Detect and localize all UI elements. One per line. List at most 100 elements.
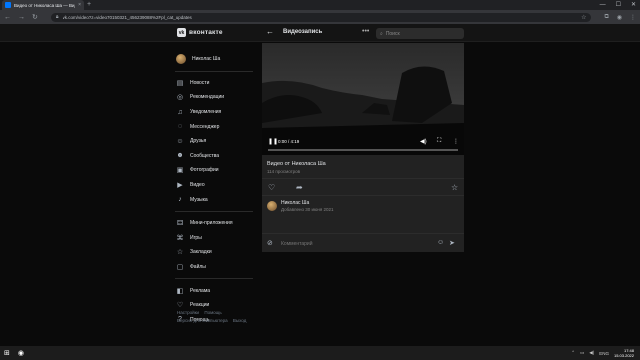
tab-close-button[interactable]: × [78,2,81,8]
url-field[interactable]: 🔒︎ vk.com/video?z=video70150321_45623908… [50,12,592,22]
video-author[interactable]: Николас Ша Добавлено 30 июня 2021 [267,200,334,212]
forward-button[interactable]: → [18,14,25,21]
bell-icon: ♫ [177,108,183,116]
search-input[interactable]: ⌕ Поиск [376,28,464,39]
browser-taskbar-icon[interactable]: ◉ [18,349,24,357]
system-tray: ⌃ ▭ ◀) ENG 17:48 15.03.2022 [571,346,634,360]
bookmark-icon[interactable]: ☆ [451,183,458,192]
window-controls: — ☐ ✕ [600,0,636,10]
sidebar-item-0[interactable]: Николас Ша [175,52,259,67]
rocket-icon: ◎ [176,94,184,102]
user-icon: ☺ [176,137,184,145]
sidebar-item-label: Сообщества [190,152,220,159]
sidebar-item-label: Реакции [190,302,210,309]
more-options-icon[interactable]: ••• [362,28,369,35]
sidebar-item-13[interactable]: ▢ Файлы [175,260,259,275]
browser-menu-icon[interactable]: ⋮ [630,14,636,21]
sidebar-item-12[interactable]: ☆ Закладки [175,245,259,260]
close-window-button[interactable]: ✕ [631,0,636,10]
attach-icon[interactable]: ⊘ [267,239,273,247]
sidebar-item-8[interactable]: ▶ Видео [175,178,259,193]
gamepad-icon: ⌘ [176,234,184,242]
video-progress-bar[interactable] [268,149,458,151]
music-icon: ♪ [178,196,182,204]
footer-link-desktop-version[interactable]: Версия для компьютера [177,318,228,323]
url-text: vk.com/video?z=video70150321_456239088%2… [62,14,192,20]
sidebar-item-7[interactable]: ▣ Фотографии [175,163,259,178]
bookmark-icon: ☆ [176,249,184,257]
extensions-icon[interactable]: ⧉ [604,14,608,21]
sidebar-divider [175,278,253,280]
heart-icon: ♡ [176,302,184,310]
sidebar-item-2[interactable]: ◎ Рекомендации [175,90,259,105]
browser-tab[interactable]: Видео от Николаса Ша — Видео × [2,0,84,10]
sidebar-item-3[interactable]: ♫ Уведомления [175,105,259,120]
maximize-button[interactable]: ☐ [616,0,621,10]
sidebar-item-label: Николас Ша [192,56,221,63]
fullscreen-icon[interactable]: ⛶ [437,138,441,145]
sidebar-item-label: Новости [190,79,210,86]
vk-page: vk вконтакте ← Видеозапись ••• ⌕ Поиск Н… [0,24,640,346]
vk-logo-text: вконтакте [189,29,223,36]
upload-date: Добавлено 30 июня 2021 [281,207,334,212]
player-more-icon[interactable]: ⋮ [453,138,459,145]
vk-favicon-icon [5,2,11,8]
emoji-icon[interactable]: ☺ [437,239,444,246]
sidebar-item-label: Видео [190,182,205,189]
clock[interactable]: 17:48 15.03.2022 [614,348,634,358]
sidebar-item-5[interactable]: ☺ Друзья [175,134,259,149]
minimize-button[interactable]: — [600,0,606,10]
pause-button[interactable]: ❚❚ [268,138,278,145]
clock-date: 15.03.2022 [613,353,634,358]
sidebar-divider [175,210,253,212]
sidebar-footer-links: Настройки Помощь Версия для компьютера В… [177,309,267,325]
sidebar-item-label: Мини-приложения [190,220,233,227]
comment-input[interactable] [281,241,431,247]
sidebar-item-label: Мессенджер [190,123,220,130]
sidebar-item-1[interactable]: ▤ Новости [175,76,259,91]
search-placeholder: Поиск [385,30,400,37]
video-title: Видео от Николаса Ша [267,161,326,167]
sidebar: Николас Ша ▤ Новости ◎ Рекомендации ♫ Уведомле… [175,52,259,327]
sidebar-item-label: Музыка [190,196,208,203]
sidebar-item-11[interactable]: ⌘ Игры [175,231,259,246]
new-tab-button[interactable]: + [87,0,91,10]
language-indicator[interactable]: ENG [599,351,609,356]
start-button-icon[interactable]: ⊞ [4,349,10,357]
sidebar-item-label: Игры [190,234,202,241]
vk-logo[interactable]: vk вконтакте [177,28,223,37]
sidebar-item-label: Уведомления [190,109,222,116]
like-icon[interactable]: ♡ [268,183,275,192]
video-card: ❚❚ 0:00 / 4:19 ◀) ⛶ ⋮ Видео от Николаса … [262,43,464,252]
profile-icon[interactable]: ◉ [617,14,622,21]
share-icon[interactable]: ➦ [296,183,303,192]
bookmark-star-icon[interactable]: ☆ [581,14,586,21]
avatar[interactable] [267,201,277,211]
sidebar-item-label: Файлы [190,264,206,271]
lock-icon: 🔒︎ [55,14,59,20]
tray-arrow-icon[interactable]: ⌃ [571,350,575,356]
back-button[interactable]: ← [4,14,11,21]
sidebar-divider [175,70,253,72]
sidebar-item-6[interactable]: ☻ Сообщества [175,149,259,164]
video-player[interactable]: ❚❚ 0:00 / 4:19 ◀) ⛶ ⋮ [262,43,464,155]
back-arrow-icon[interactable]: ← [266,27,274,36]
send-icon[interactable]: ➤ [449,239,455,247]
vk-logo-mark-icon: vk [177,28,186,37]
sidebar-item-10[interactable]: ⚃ Мини-приложения [175,216,259,231]
footer-link-logout[interactable]: Выход [233,318,246,323]
sidebar-item-14[interactable]: ◧ Реклама [175,283,259,298]
footer-link-help[interactable]: Помощь [204,310,221,315]
network-icon[interactable]: ▭ [580,350,584,356]
reload-button[interactable]: ↻ [32,13,38,21]
footer-link-settings[interactable]: Настройки [177,310,199,315]
volume-icon[interactable]: ◀) [420,138,427,145]
file-icon: ▢ [176,264,184,272]
search-icon: ⌕ [380,30,383,37]
sidebar-item-4[interactable]: ◌ Мессенджер [175,119,259,134]
author-name[interactable]: Николас Ша [281,200,334,206]
volume-tray-icon[interactable]: ◀) [589,350,594,356]
sidebar-item-9[interactable]: ♪ Музыка [175,192,259,207]
vk-header: vk вконтакте ← Видеозапись ••• ⌕ Поиск [0,24,640,42]
page-title: Видеозапись [283,29,323,35]
